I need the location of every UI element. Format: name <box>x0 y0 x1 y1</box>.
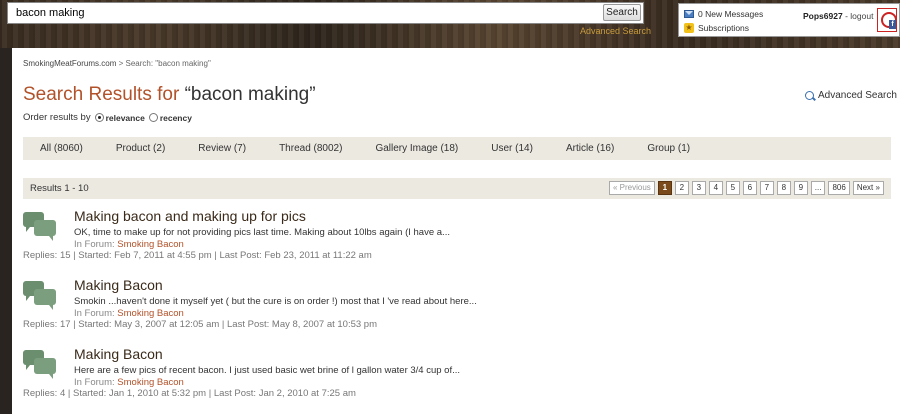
search-result: Making bacon and making up for pics OK, … <box>23 208 883 268</box>
pagination-page[interactable]: 3 <box>691 181 706 195</box>
radio-relevance[interactable] <box>94 113 104 122</box>
advanced-search-link-top[interactable]: Advanced Search <box>580 26 651 36</box>
tab-group[interactable]: Group (1) <box>647 143 690 154</box>
result-forum: In Forum: Smoking Bacon <box>74 239 184 250</box>
tab-product[interactable]: Product (2) <box>116 143 165 154</box>
messages-link[interactable]: 0 New Messages <box>684 9 763 19</box>
pagination-page[interactable]: 6 <box>742 181 757 195</box>
result-title[interactable]: Making Bacon <box>74 277 163 293</box>
order-option-recency[interactable]: recency <box>160 113 192 123</box>
avatar[interactable]: f <box>877 8 897 32</box>
discussion-icon <box>23 350 57 379</box>
page-title: Search Results for “bacon making” <box>23 84 316 106</box>
search-button[interactable]: Search <box>603 4 641 21</box>
user-info: Pops6927 - logout <box>803 11 873 21</box>
tab-article[interactable]: Article (16) <box>566 143 614 154</box>
advanced-search-label: Advanced Search <box>818 90 897 101</box>
result-snippet: Here are a few pics of recent bacon. I j… <box>74 365 461 376</box>
result-title[interactable]: Making Bacon <box>74 346 163 362</box>
pagination-page[interactable]: 9 <box>793 181 808 195</box>
pagination-page[interactable]: 5 <box>725 181 740 195</box>
results-count: Results 1 - 10 <box>30 183 89 194</box>
breadcrumb-current: Search: "bacon making" <box>125 59 211 68</box>
forum-link[interactable]: Smoking Bacon <box>117 239 184 250</box>
page-title-query: “bacon making” <box>184 84 316 105</box>
magnifier-icon <box>805 91 814 100</box>
order-label: Order results by <box>23 112 91 123</box>
page-title-prefix: Search Results for <box>23 84 180 105</box>
result-meta: Replies: 17 | Started: May 3, 2007 at 12… <box>23 319 378 330</box>
subscriptions-label: Subscriptions <box>698 23 750 33</box>
pagination-page[interactable]: 2 <box>674 181 689 195</box>
tab-all[interactable]: All (8060) <box>40 143 83 154</box>
breadcrumb: SmokingMeatForums.com > Search: "bacon m… <box>23 59 211 68</box>
advanced-search-link[interactable]: Advanced Search <box>805 90 897 101</box>
pagination-page[interactable]: 806 <box>828 181 850 195</box>
radio-recency[interactable] <box>148 113 158 122</box>
search-result: Making Bacon Here are a few pics of rece… <box>23 346 883 406</box>
search-input[interactable] <box>8 3 598 23</box>
result-type-tabs: All (8060) Product (2) Review (7) Thread… <box>23 137 891 160</box>
results-bar: Results 1 - 10 « Previous 1 2 3 4 5 6 7 … <box>23 178 891 199</box>
result-title[interactable]: Making bacon and making up for pics <box>74 208 306 224</box>
logout-link[interactable]: logout <box>850 11 873 21</box>
search-result: Making Bacon Smokin ...haven't done it m… <box>23 277 883 337</box>
pagination-page[interactable]: 4 <box>708 181 723 195</box>
star-icon: ★ <box>684 23 694 33</box>
pagination-previous[interactable]: « Previous <box>609 181 655 195</box>
breadcrumb-separator-icon: > <box>118 59 124 68</box>
forum-label: In Forum: <box>74 377 115 388</box>
result-snippet: Smokin ...haven't done it myself yet ( b… <box>74 296 477 307</box>
tab-gallery-image[interactable]: Gallery Image (18) <box>375 143 458 154</box>
tab-review[interactable]: Review (7) <box>198 143 246 154</box>
forum-label: In Forum: <box>74 239 115 250</box>
breadcrumb-home[interactable]: SmokingMeatForums.com <box>23 59 116 68</box>
order-by: Order results by relevance recency <box>23 112 192 123</box>
user-panel: 0 New Messages ★ Subscriptions Pops6927 … <box>678 3 900 37</box>
result-forum: In Forum: Smoking Bacon <box>74 308 184 319</box>
username-link[interactable]: Pops6927 <box>803 11 843 21</box>
result-snippet: OK, time to make up for not providing pi… <box>74 227 450 238</box>
main-content: SmokingMeatForums.com > Search: "bacon m… <box>12 48 900 414</box>
pagination-ellipsis: ... <box>810 181 826 195</box>
pagination-page[interactable]: 1 <box>657 181 672 195</box>
mail-icon <box>684 10 694 18</box>
discussion-icon <box>23 281 57 310</box>
messages-label: 0 New Messages <box>698 9 764 19</box>
forum-link[interactable]: Smoking Bacon <box>117 308 184 319</box>
discussion-icon <box>23 212 57 241</box>
pagination-next[interactable]: Next » <box>852 181 884 195</box>
pagination-page[interactable]: 7 <box>759 181 774 195</box>
forum-link[interactable]: Smoking Bacon <box>117 377 184 388</box>
facebook-icon[interactable]: f <box>889 20 896 29</box>
order-option-relevance[interactable]: relevance <box>106 113 145 123</box>
tab-thread[interactable]: Thread (8002) <box>279 143 342 154</box>
pagination: « Previous 1 2 3 4 5 6 7 8 9 ... 806 Nex… <box>609 181 884 195</box>
result-forum: In Forum: Smoking Bacon <box>74 377 184 388</box>
tab-user[interactable]: User (14) <box>491 143 533 154</box>
search-box: Search <box>7 2 644 24</box>
forum-label: In Forum: <box>74 308 115 319</box>
subscriptions-link[interactable]: ★ Subscriptions <box>684 23 749 33</box>
result-meta: Replies: 15 | Started: Feb 7, 2011 at 4:… <box>23 250 372 261</box>
pagination-page[interactable]: 8 <box>776 181 791 195</box>
result-meta: Replies: 4 | Started: Jan 1, 2010 at 5:3… <box>23 388 356 399</box>
